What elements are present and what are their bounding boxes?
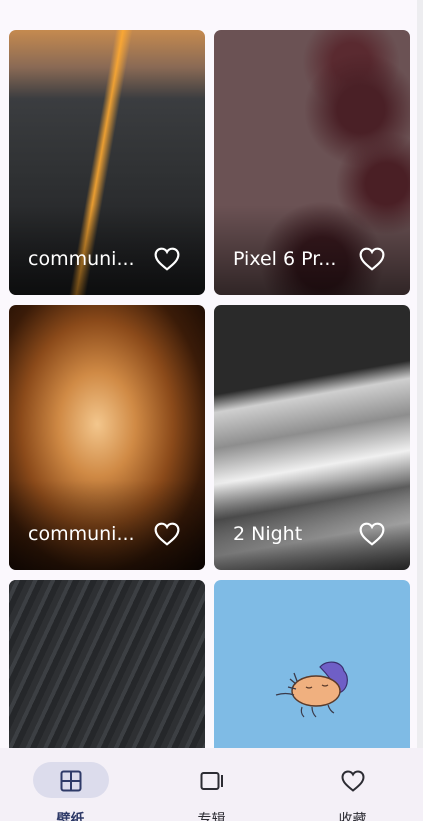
sleeping-creature-illustration [275, 661, 348, 718]
wallpaper-title: 2 Night [233, 523, 303, 545]
favorite-heart-icon[interactable] [359, 247, 385, 271]
wallpaper-card[interactable]: communi... [9, 30, 205, 295]
heart-icon [340, 770, 365, 792]
favorite-heart-icon[interactable] [154, 522, 180, 546]
wallpaper-card[interactable]: Pixel 6 Pr... [214, 30, 410, 295]
nav-item-favorites[interactable]: 收藏 [282, 748, 423, 821]
wallpaper-card[interactable]: 2 Night [214, 305, 410, 570]
favorite-heart-icon[interactable] [359, 522, 385, 546]
nav-label: 壁纸 [56, 812, 85, 821]
nav-label: 专辑 [197, 812, 226, 821]
nav-item-wallpapers[interactable]: 壁纸 [0, 748, 141, 821]
wallpaper-card[interactable]: communi... [9, 305, 205, 570]
album-icon [200, 772, 223, 790]
grid-icon [60, 770, 81, 792]
bottom-navigation-bar: 壁纸 专辑 收藏 [0, 748, 423, 821]
wallpaper-title: communi... [28, 248, 135, 270]
favorite-heart-icon[interactable] [154, 247, 180, 271]
nav-item-albums[interactable]: 专辑 [141, 748, 282, 821]
wallpaper-app-screen: communi... Pixel 6 Pr... communi... 2 Ni… [0, 0, 423, 821]
scrollbar[interactable] [417, 0, 423, 821]
nav-label: 收藏 [338, 812, 367, 821]
wallpaper-grid: communi... Pixel 6 Pr... communi... 2 Ni… [9, 30, 411, 821]
wallpaper-title: communi... [28, 523, 135, 545]
wallpaper-title: Pixel 6 Pr... [233, 248, 337, 270]
